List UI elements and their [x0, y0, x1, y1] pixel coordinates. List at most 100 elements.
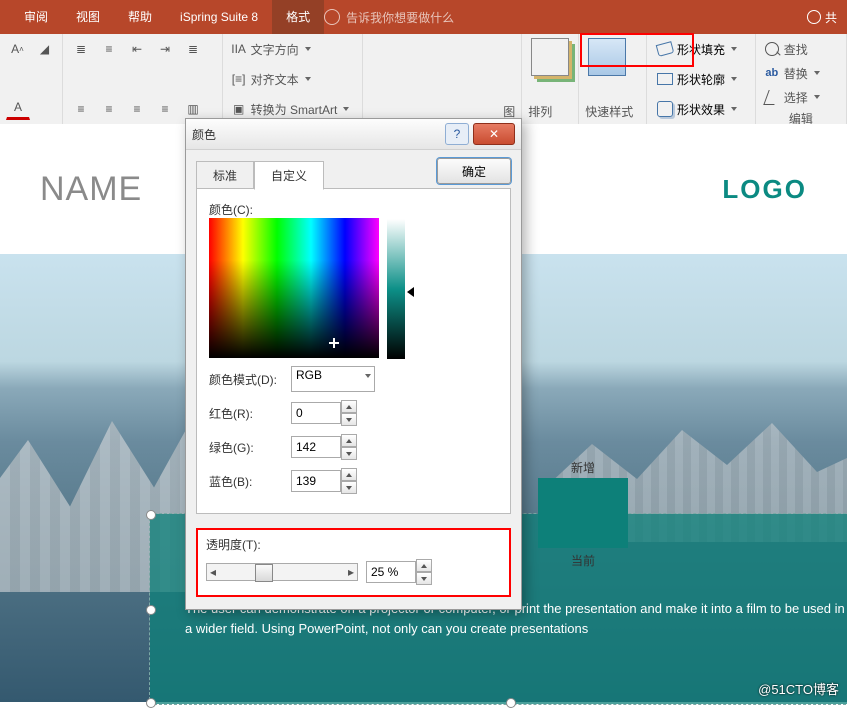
blue-label: 蓝色(B):	[209, 473, 285, 490]
replace-button[interactable]: ab 替换	[762, 62, 840, 84]
resize-handle[interactable]	[146, 605, 156, 615]
person-icon	[807, 10, 821, 24]
shape-outline-label: 形状轮廓	[677, 71, 725, 88]
align-text-icon: [≡]	[231, 71, 247, 87]
dialog-title: 颜色	[192, 126, 445, 143]
pen-outline-icon	[657, 73, 673, 85]
shape-outline-button[interactable]: 形状轮廓	[653, 68, 749, 90]
tell-me-placeholder: 告诉我你想要做什么	[346, 9, 454, 26]
align-left-button[interactable]: ≡	[69, 98, 93, 120]
find-label: 查找	[784, 41, 808, 58]
slider-right-button[interactable]: ▸	[345, 565, 357, 579]
select-label: 选择	[784, 89, 808, 106]
color-gradient-picker[interactable]	[209, 218, 379, 358]
tab-help[interactable]: 帮助	[114, 0, 166, 34]
chevron-down-icon	[731, 77, 737, 81]
quick-styles-icon	[588, 38, 626, 76]
numbering-button[interactable]: ≡	[97, 38, 121, 60]
columns-button[interactable]: ▥	[181, 98, 205, 120]
align-right-button[interactable]: ≡	[125, 98, 149, 120]
color-crosshair[interactable]	[329, 338, 339, 348]
bullets-button[interactable]: ≣	[69, 38, 93, 60]
chevron-down-icon	[305, 77, 311, 81]
tab-view[interactable]: 视图	[62, 0, 114, 34]
resize-handle[interactable]	[506, 698, 516, 708]
spin-down-button[interactable]	[341, 447, 357, 460]
shape-effects-button[interactable]: 形状效果	[653, 98, 749, 120]
red-input[interactable]	[291, 402, 341, 424]
increase-indent-button[interactable]: ⇥	[153, 38, 177, 60]
new-color-label: 新增	[538, 459, 628, 476]
cursor-icon	[764, 90, 780, 105]
tell-me-search[interactable]: 告诉我你想要做什么	[324, 9, 454, 26]
tab-custom[interactable]: 自定义	[254, 161, 324, 190]
clear-formatting-button[interactable]: ◢	[33, 38, 56, 60]
ok-button[interactable]: 确定	[437, 158, 511, 184]
share-button[interactable]: 共	[807, 9, 837, 26]
font-color-button[interactable]: A	[6, 96, 30, 120]
convert-smartart-label: 转换为 SmartArt	[251, 101, 338, 118]
arrange-label: 排列	[528, 103, 572, 120]
quick-styles-button[interactable]	[585, 38, 629, 76]
dialog-close-button[interactable]: ✕	[473, 123, 515, 145]
tab-review[interactable]: 审阅	[10, 0, 62, 34]
spin-up-button[interactable]	[341, 400, 357, 413]
resize-handle[interactable]	[146, 510, 156, 520]
slider-thumb[interactable]	[255, 564, 273, 582]
color-mode-value: RGB	[296, 368, 322, 382]
chevron-down-icon	[731, 107, 737, 111]
line-spacing-button[interactable]: ≣	[181, 38, 205, 60]
spin-down-button[interactable]	[341, 413, 357, 426]
spin-up-button[interactable]	[341, 468, 357, 481]
green-input[interactable]	[291, 436, 341, 458]
effects-icon	[657, 101, 673, 117]
value-strip[interactable]	[387, 219, 405, 359]
blue-input[interactable]	[291, 470, 341, 492]
search-icon	[765, 42, 779, 56]
shape-fill-button[interactable]: 形状填充	[653, 38, 749, 60]
smartart-icon: ▣	[231, 101, 247, 117]
select-button[interactable]: 选择	[762, 86, 840, 108]
transparency-input[interactable]	[366, 561, 416, 583]
quick-styles-label: 快速样式	[585, 103, 640, 120]
current-color-label: 当前	[538, 552, 628, 569]
increase-font-button[interactable]: A˄	[6, 38, 29, 60]
arrange-button[interactable]	[528, 38, 572, 76]
text-direction-button[interactable]: IIA 文字方向	[229, 38, 356, 60]
align-center-button[interactable]: ≡	[97, 98, 121, 120]
justify-button[interactable]: ≡	[153, 98, 177, 120]
color-dialog: 颜色 ? ✕ 标准 自定义 确定 取消 颜色(C): 颜色模式(D): RGB	[185, 118, 522, 610]
value-arrow-icon[interactable]	[407, 287, 414, 297]
slider-left-button[interactable]: ◂	[207, 565, 219, 579]
share-label: 共	[825, 9, 837, 26]
resize-handle[interactable]	[146, 698, 156, 708]
tab-ispring[interactable]: iSpring Suite 8	[166, 0, 272, 34]
spin-up-button[interactable]	[341, 434, 357, 447]
text-direction-icon: IIA	[231, 41, 247, 57]
color-mode-select[interactable]: RGB	[291, 366, 375, 392]
tab-format[interactable]: 格式	[272, 0, 324, 34]
new-color-swatch	[538, 478, 628, 548]
chevron-down-icon	[814, 71, 820, 75]
shape-effects-label: 形状效果	[677, 101, 725, 118]
convert-smartart-button[interactable]: ▣ 转换为 SmartArt	[229, 98, 356, 120]
replace-label: 替换	[784, 65, 808, 82]
spin-up-button[interactable]	[416, 559, 432, 572]
tab-standard[interactable]: 标准	[196, 161, 254, 190]
replace-icon: ab	[765, 67, 778, 79]
slide-logo-text: LOGO	[722, 174, 807, 205]
chevron-down-icon	[343, 107, 349, 111]
color-mode-label: 颜色模式(D):	[209, 371, 285, 388]
transparency-slider[interactable]: ◂ ▸	[206, 563, 358, 581]
dialog-help-button[interactable]: ?	[445, 123, 469, 145]
color-field-label: 颜色(C):	[209, 201, 285, 218]
text-direction-label: 文字方向	[251, 41, 299, 58]
decrease-indent-button[interactable]: ⇤	[125, 38, 149, 60]
spin-down-button[interactable]	[341, 481, 357, 494]
chevron-down-icon	[305, 47, 311, 51]
align-text-button[interactable]: [≡] 对齐文本	[229, 68, 356, 90]
find-button[interactable]: 查找	[762, 38, 840, 60]
arrange-icon	[531, 38, 569, 76]
green-label: 绿色(G):	[209, 439, 285, 456]
spin-down-button[interactable]	[416, 572, 432, 585]
